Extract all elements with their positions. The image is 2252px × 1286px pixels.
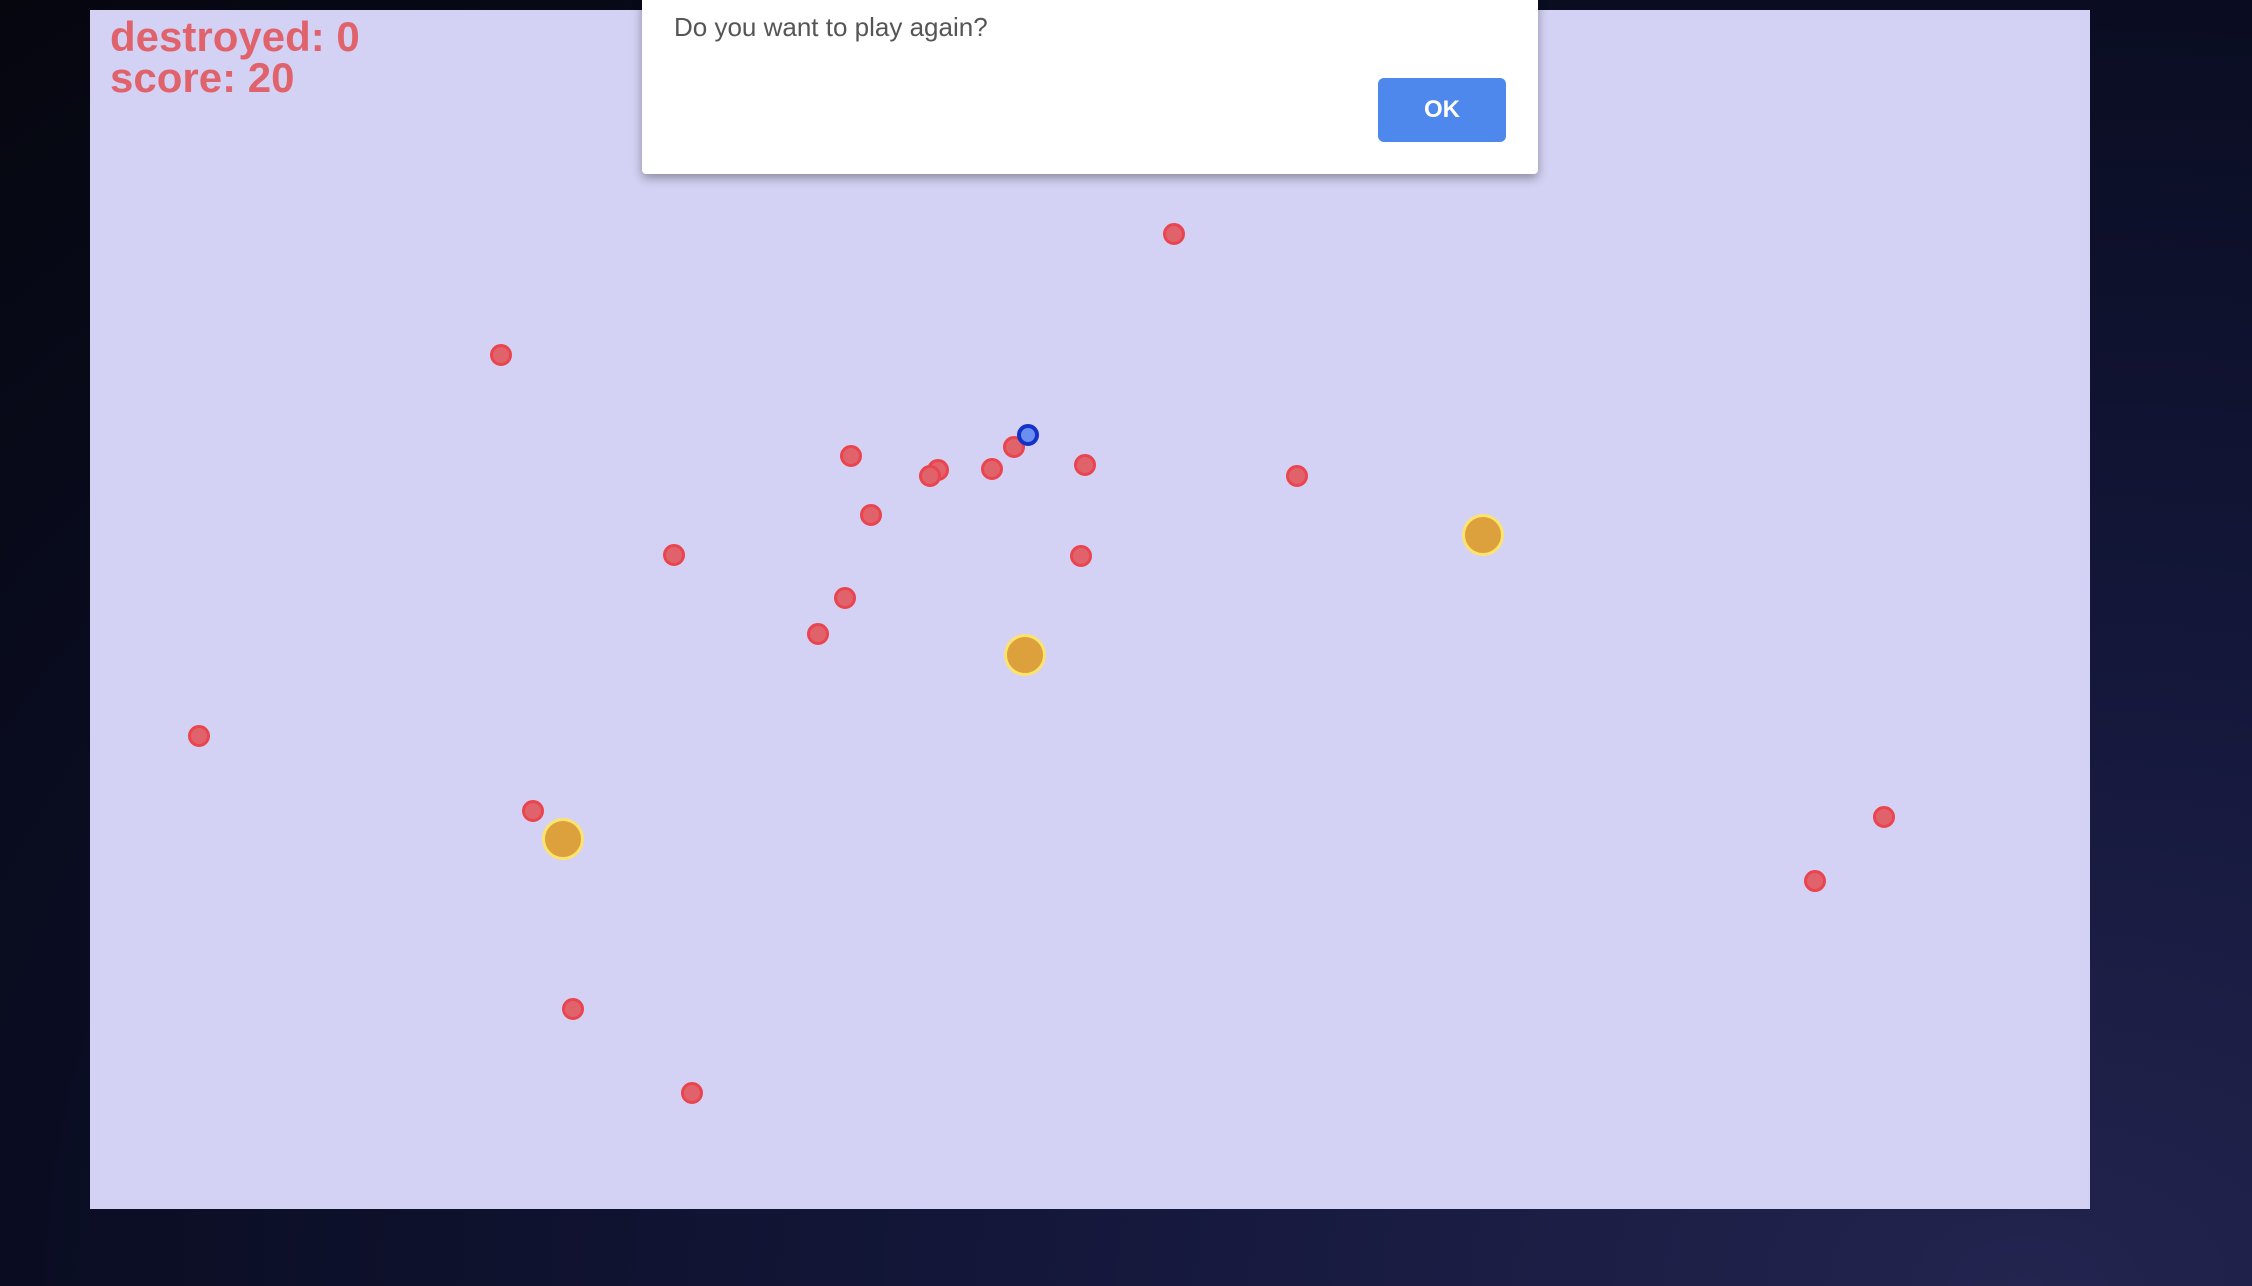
play-again-dialog: Do you want to play again? OK	[642, 0, 1538, 174]
game-canvas[interactable]: destroyed: 0 score: 20	[90, 10, 2090, 1209]
coin-ball	[542, 818, 584, 860]
enemy-ball	[840, 445, 862, 467]
enemy-ball	[1163, 223, 1185, 245]
enemy-ball	[522, 800, 544, 822]
enemy-ball	[1074, 454, 1096, 476]
enemy-ball	[1804, 870, 1826, 892]
enemy-ball	[562, 998, 584, 1020]
player-ball[interactable]	[1017, 424, 1039, 446]
enemy-ball	[1873, 806, 1895, 828]
coin-ball	[1004, 634, 1046, 676]
enemy-ball	[1286, 465, 1308, 487]
enemy-ball	[1070, 545, 1092, 567]
destroyed-counter: destroyed: 0	[110, 13, 360, 60]
dialog-message: Do you want to play again?	[674, 12, 988, 42]
enemy-ball	[663, 544, 685, 566]
enemy-ball	[490, 344, 512, 366]
enemy-ball	[188, 725, 210, 747]
score-counter: score: 20	[110, 54, 295, 101]
enemy-ball	[919, 465, 941, 487]
enemy-ball	[681, 1082, 703, 1104]
enemy-ball	[807, 623, 829, 645]
enemy-ball	[981, 458, 1003, 480]
enemy-ball	[834, 587, 856, 609]
enemy-ball	[860, 504, 882, 526]
coin-ball	[1462, 514, 1504, 556]
ok-button[interactable]: OK	[1378, 78, 1506, 142]
